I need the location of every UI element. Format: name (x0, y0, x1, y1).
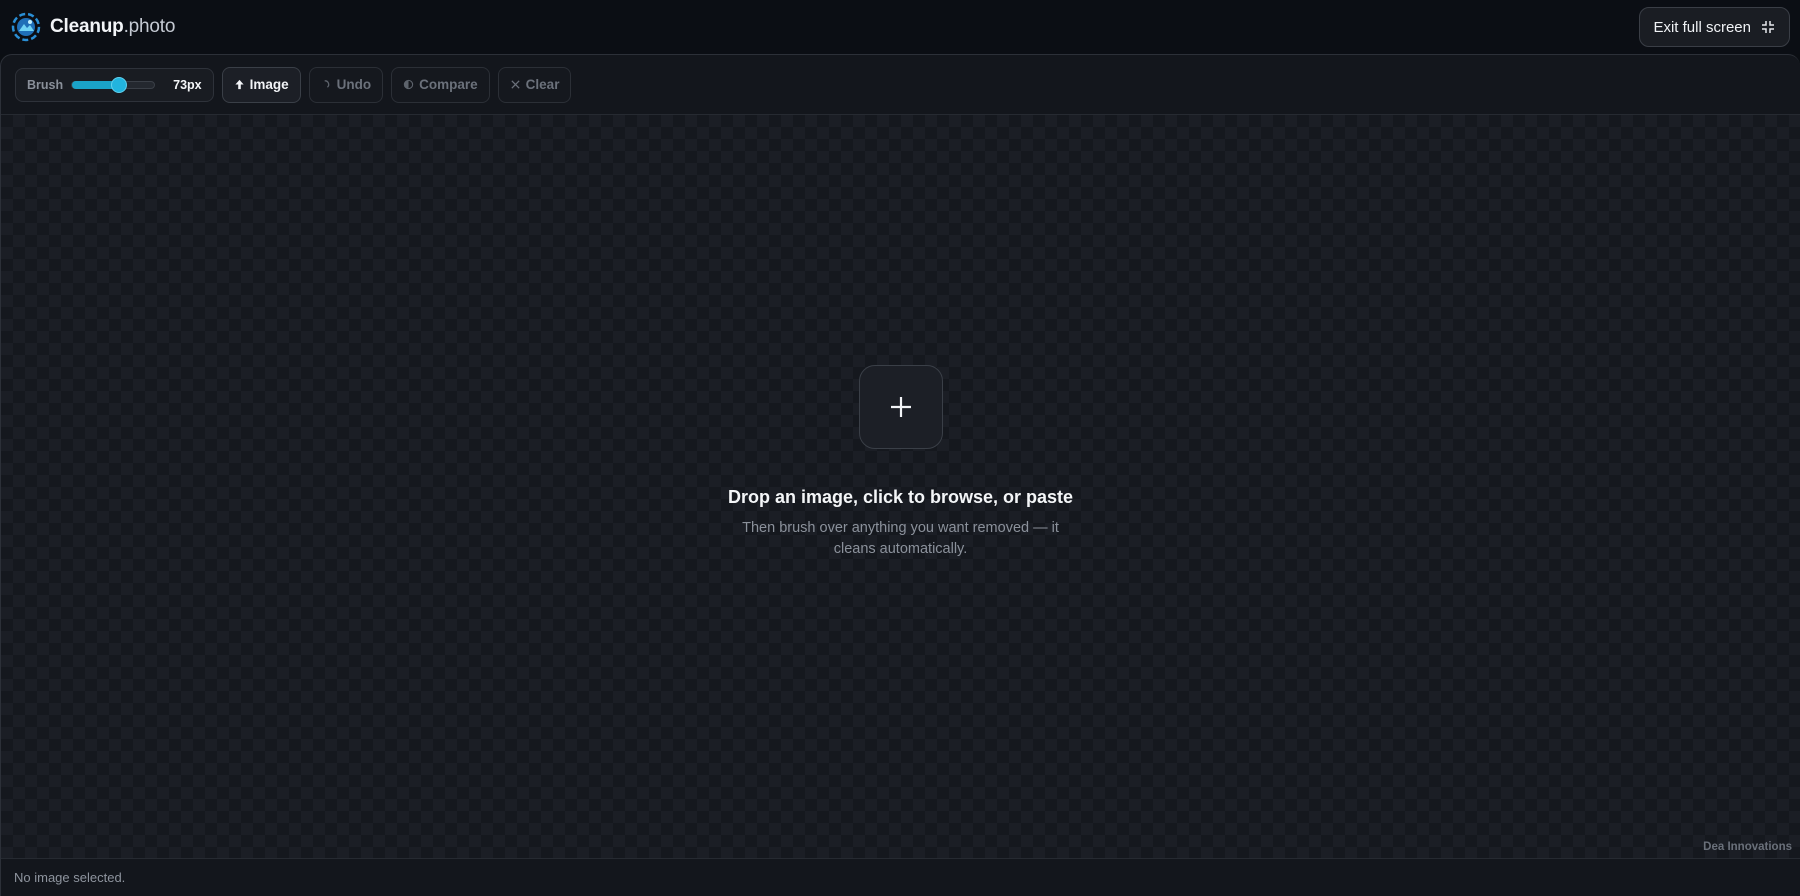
undo-button[interactable]: Undo (308, 66, 384, 103)
brush-size-slider-thumb[interactable] (110, 76, 127, 93)
upload-image-button[interactable]: Image (221, 66, 301, 103)
plus-icon (890, 397, 911, 417)
brand-name-bold: Cleanup (50, 16, 124, 37)
brand-name: Cleanup.photo (50, 16, 175, 38)
brand[interactable]: Cleanup.photo (10, 11, 175, 43)
top-bar: Cleanup.photo Exit full screen (0, 0, 1800, 54)
drop-subtitle: Then brush over anything you want remove… (742, 520, 1059, 557)
undo-label: Undo (336, 77, 372, 92)
image-drop-canvas[interactable]: Drop an image, click to browse, or paste… (1, 115, 1800, 859)
brush-size-value: 73px (173, 77, 202, 92)
status-text: No image selected. (14, 870, 126, 885)
close-icon (511, 80, 520, 89)
cleanup-photo-logo-icon (11, 12, 41, 42)
clear-label: Clear (525, 77, 560, 92)
undo-icon (324, 80, 329, 88)
drop-title: Drop an image, click to browse, or paste (727, 487, 1074, 507)
add-image-button[interactable] (858, 365, 943, 449)
compare-button[interactable]: Compare (391, 66, 490, 103)
brush-label: Brush (27, 77, 64, 92)
compare-label: Compare (419, 77, 478, 92)
upload-arrow-icon (235, 79, 244, 90)
brush-size-control: Brush 73px (15, 67, 214, 102)
editor-toolbar: Brush 73px Image Undo Compare Clear (1, 55, 1800, 115)
upload-image-label: Image (249, 77, 289, 92)
status-bar: No image selected. (1, 858, 1800, 896)
exit-fullscreen-icon (1762, 21, 1774, 33)
brand-name-light: .photo (123, 16, 176, 37)
exit-full-screen-label: Exit full screen (1653, 18, 1751, 36)
editor-panel: Brush 73px Image Undo Compare Clear Drop… (0, 54, 1800, 896)
brush-size-slider[interactable] (71, 76, 156, 93)
exit-full-screen-button[interactable]: Exit full screen (1639, 7, 1790, 47)
credit-link[interactable]: Dea Innovations (1703, 841, 1792, 853)
clear-button[interactable]: Clear (497, 66, 572, 103)
compare-icon (403, 79, 414, 90)
drop-zone[interactable]: Drop an image, click to browse, or paste… (691, 365, 1111, 560)
